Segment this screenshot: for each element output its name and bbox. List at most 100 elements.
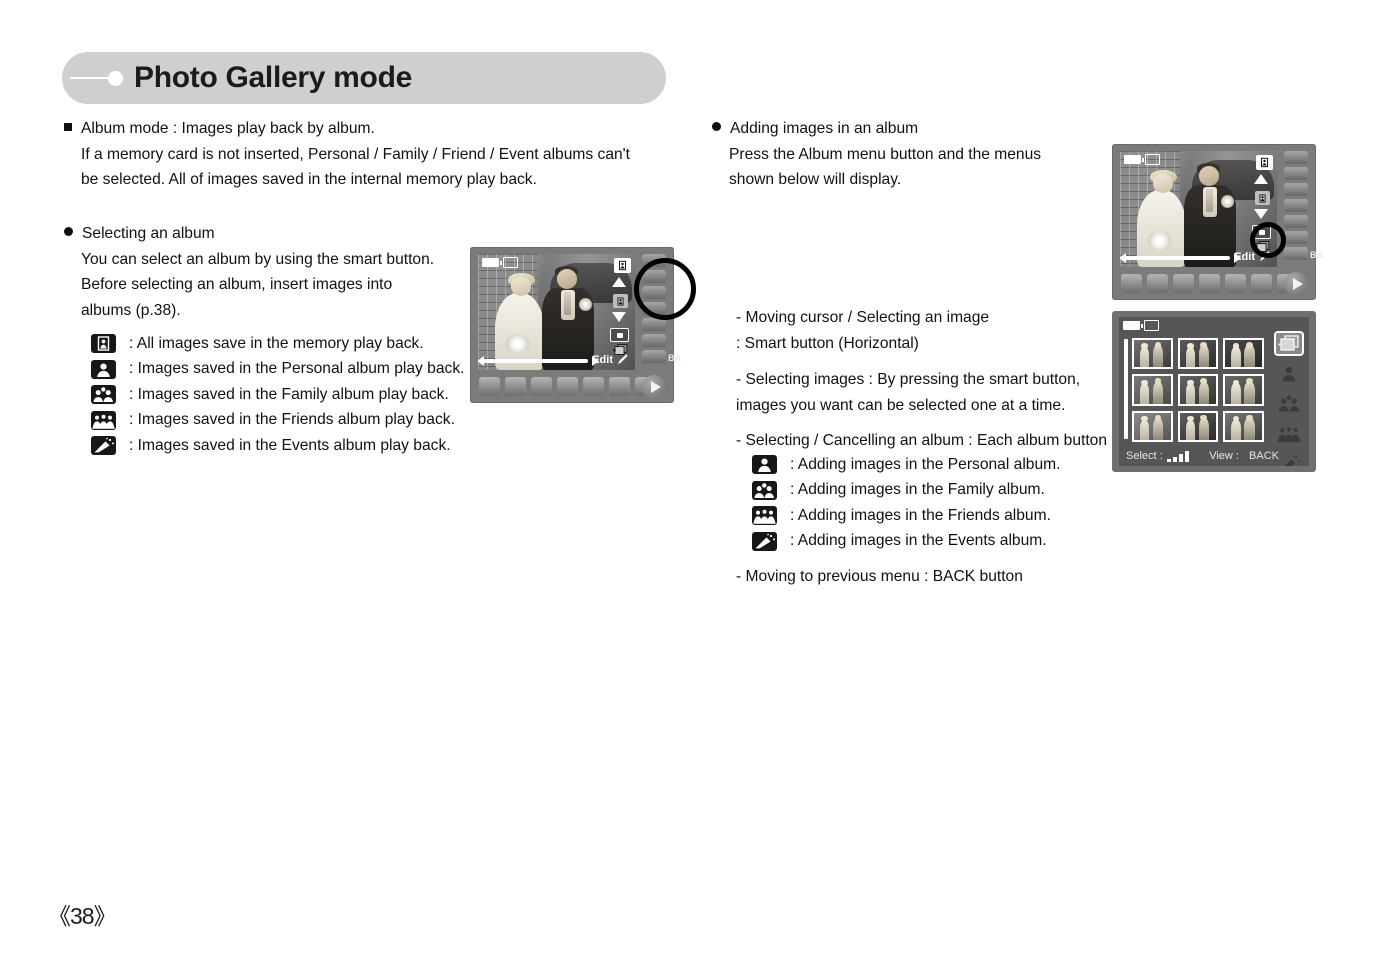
view-label: View : bbox=[1209, 450, 1239, 462]
thumbnail-item[interactable] bbox=[1223, 410, 1264, 442]
zoom-slider[interactable] bbox=[1125, 256, 1230, 260]
adding-images-line-2: Press the Album menu button and the menu… bbox=[729, 145, 1042, 163]
annotation-circle-album-menu bbox=[1250, 222, 1286, 258]
camera-bottom-button-row[interactable] bbox=[479, 377, 656, 396]
thumbnail-item[interactable] bbox=[1132, 374, 1173, 406]
smart-button-6[interactable] bbox=[642, 334, 666, 347]
thumbnail-item[interactable] bbox=[1223, 338, 1264, 370]
photo-groom-head bbox=[1198, 166, 1219, 186]
camera-lcd: Edit bbox=[478, 254, 635, 370]
album-menu-icon[interactable] bbox=[1276, 333, 1302, 354]
smart-button-2[interactable] bbox=[1284, 167, 1308, 180]
bottom-button-6[interactable] bbox=[609, 377, 630, 396]
memory-card-icon bbox=[1145, 154, 1160, 165]
photo-bouquet bbox=[1146, 231, 1172, 251]
memory-card-icon bbox=[1144, 320, 1159, 331]
friends-album-icon[interactable] bbox=[1276, 423, 1302, 444]
selecting-album-line-3: Before selecting an album, insert images… bbox=[81, 276, 393, 293]
legend-row-family: : Images saved in the Family album play … bbox=[91, 382, 464, 408]
smart-button-4[interactable] bbox=[1284, 199, 1308, 212]
friends-album-icon bbox=[91, 410, 116, 430]
legend-label: : Images saved in the Personal album pla… bbox=[129, 360, 465, 378]
bottom-button-1[interactable] bbox=[1121, 274, 1142, 293]
right-album-legend: : Adding images in the Personal album. :… bbox=[752, 452, 1060, 554]
zoom-slider[interactable] bbox=[483, 359, 588, 363]
bottom-button-1[interactable] bbox=[479, 377, 500, 396]
bottom-button-4[interactable] bbox=[557, 377, 578, 396]
thumbnail-item[interactable] bbox=[1177, 338, 1219, 370]
lcd-status-icons bbox=[482, 257, 518, 268]
smart-button-1[interactable] bbox=[1284, 151, 1308, 164]
personal-album-icon bbox=[752, 455, 777, 475]
battery-icon bbox=[1124, 155, 1144, 164]
bottom-button-4[interactable] bbox=[1199, 274, 1220, 293]
zoom-in-icon[interactable] bbox=[592, 356, 599, 366]
thumbnail-grid[interactable] bbox=[1132, 338, 1264, 442]
bottom-button-5[interactable] bbox=[1225, 274, 1246, 293]
legend-row-family: : Adding images in the Family album. bbox=[752, 478, 1060, 504]
thumbnail-item[interactable] bbox=[1132, 338, 1173, 370]
photo-groom-tie bbox=[1205, 189, 1214, 213]
legend-row-personal: : Adding images in the Personal album. bbox=[752, 452, 1060, 478]
instruction-line: - Moving cursor / Selecting an image bbox=[736, 309, 990, 326]
edit-pencil-icon bbox=[616, 353, 629, 366]
events-album-icon bbox=[752, 531, 777, 551]
personal-album-icon[interactable] bbox=[1276, 363, 1302, 384]
zoom-out-icon[interactable] bbox=[478, 356, 484, 366]
photo-groom-tie bbox=[563, 292, 572, 316]
adding-images-line-3: shown below will display. bbox=[729, 171, 902, 188]
instruction-moving-cursor: - Moving cursor / Selecting an image : S… bbox=[736, 305, 989, 356]
adding-images-line-1: Adding images in an album bbox=[712, 116, 1041, 142]
manual-page: Photo Gallery mode Album mode : Images p… bbox=[0, 0, 1381, 954]
instruction-selecting-images: - Selecting images : By pressing the sma… bbox=[736, 367, 1080, 418]
legend-row-all-images: : All images save in the memory play bac… bbox=[91, 331, 464, 357]
photo-bride-head bbox=[510, 277, 532, 296]
smart-button-5[interactable] bbox=[1284, 215, 1308, 228]
legend-label: : All images save in the memory play bac… bbox=[129, 334, 424, 352]
bottom-button-2[interactable] bbox=[505, 377, 526, 396]
thumbnail-footer: Select : View : BACK bbox=[1119, 446, 1309, 466]
smart-button-column[interactable] bbox=[1284, 151, 1308, 260]
legend-row-friends: : Adding images in the Friends album. bbox=[752, 503, 1060, 529]
round-bullet-icon bbox=[64, 227, 73, 236]
family-album-icon[interactable] bbox=[1276, 393, 1302, 414]
thumbnail-item[interactable] bbox=[1177, 374, 1219, 406]
smart-button-7[interactable] bbox=[642, 350, 666, 363]
album-mode-line-3: be selected. All of images saved in the … bbox=[81, 171, 537, 188]
play-button[interactable] bbox=[1284, 272, 1308, 296]
zoom-in-icon[interactable] bbox=[1234, 253, 1241, 263]
friends-album-icon bbox=[752, 506, 777, 526]
legend-label: : Images saved in the Events album play … bbox=[129, 436, 451, 454]
thumbnail-lcd: Select : View : BACK bbox=[1119, 317, 1309, 466]
bottom-button-6[interactable] bbox=[1251, 274, 1272, 293]
play-button[interactable] bbox=[642, 375, 666, 399]
select-label: Select : bbox=[1126, 450, 1163, 462]
battery-icon bbox=[1123, 321, 1143, 330]
instruction-line: : Smart button (Horizontal) bbox=[736, 334, 919, 352]
thumbnail-item[interactable] bbox=[1177, 410, 1219, 442]
smart-button-7[interactable] bbox=[1284, 247, 1308, 260]
legend-row-personal: : Images saved in the Personal album pla… bbox=[91, 357, 464, 383]
instruction-line: - Selecting images : By pressing the sma… bbox=[736, 371, 1081, 388]
smart-button-3[interactable] bbox=[1284, 183, 1308, 196]
annotation-circle-smart-button bbox=[634, 258, 696, 320]
selecting-album-line-4: albums (p.38). bbox=[81, 301, 181, 319]
camera-bottom-button-row[interactable] bbox=[1121, 274, 1298, 293]
adding-images-block: Adding images in an album Press the Albu… bbox=[712, 116, 1041, 193]
album-mode-line-2: If a memory card is not inserted, Person… bbox=[81, 145, 630, 163]
zoom-out-icon[interactable] bbox=[1120, 253, 1126, 263]
selecting-album-line-1: Selecting an album bbox=[64, 221, 434, 247]
instruction-line: - Selecting / Cancelling an album : Each… bbox=[736, 432, 1107, 449]
memory-card-icon bbox=[503, 257, 518, 268]
bottom-button-3[interactable] bbox=[531, 377, 552, 396]
bottom-button-3[interactable] bbox=[1173, 274, 1194, 293]
scroll-indicator[interactable] bbox=[1124, 339, 1128, 439]
all-images-osd-icon bbox=[614, 258, 631, 273]
legend-label: : Adding images in the Family album. bbox=[790, 481, 1045, 499]
thumbnail-item[interactable] bbox=[1132, 410, 1173, 442]
thumbnail-item[interactable] bbox=[1223, 374, 1264, 406]
left-album-legend: : All images save in the memory play bac… bbox=[91, 331, 464, 459]
smart-button-6[interactable] bbox=[1284, 231, 1308, 244]
bottom-button-2[interactable] bbox=[1147, 274, 1168, 293]
bottom-button-5[interactable] bbox=[583, 377, 604, 396]
